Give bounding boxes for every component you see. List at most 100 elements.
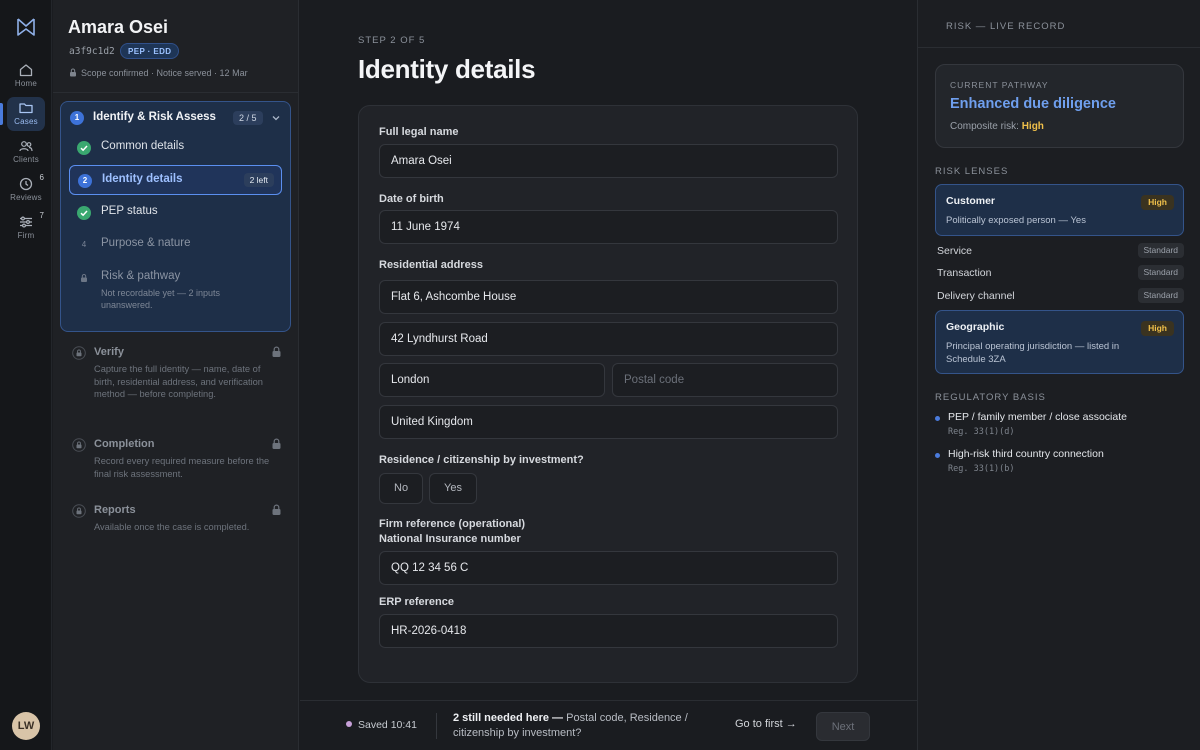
group-progress: 2 / 5 bbox=[233, 111, 263, 125]
reg-text: High-risk third country connection bbox=[948, 448, 1104, 460]
step-common-details[interactable]: Common details bbox=[69, 133, 282, 163]
step-number: 2 bbox=[78, 174, 92, 188]
lens-delivery-channel[interactable]: Delivery channel Standard bbox=[937, 288, 1184, 306]
divider bbox=[53, 92, 299, 93]
lens-customer[interactable]: Customer High Politically exposed person… bbox=[935, 184, 1184, 236]
avatar[interactable]: LW bbox=[12, 712, 40, 740]
next-button[interactable]: Next bbox=[816, 712, 870, 741]
lens-description: Politically exposed person — Yes bbox=[946, 215, 1086, 226]
step-pep-status[interactable]: PEP status bbox=[69, 198, 282, 228]
composite-label: Composite risk: bbox=[950, 121, 1019, 132]
composite-risk: Composite risk: High bbox=[950, 121, 1044, 132]
saved-text: Saved 10:41 bbox=[358, 719, 417, 731]
divider bbox=[918, 47, 1200, 48]
postal-code-input[interactable]: Postal code bbox=[612, 363, 838, 397]
rail-label: Firm bbox=[17, 231, 35, 240]
step-label: Risk & pathway bbox=[101, 270, 181, 282]
section-description: Record every required measure before the… bbox=[94, 456, 270, 479]
lock-icon bbox=[70, 68, 76, 77]
risk-badge: High bbox=[1141, 321, 1174, 336]
scope-text: Scope confirmed · Notice served · 12 Mar bbox=[81, 68, 248, 78]
rail-reviews[interactable]: Reviews 6 bbox=[7, 173, 45, 207]
rail-cases[interactable]: Cases bbox=[0, 97, 45, 131]
lock-icon bbox=[77, 271, 91, 285]
pathway-value: Enhanced due diligence bbox=[950, 96, 1116, 112]
reg-code: Reg. 33(1)(d) bbox=[948, 427, 1015, 437]
rail-clients[interactable]: Clients bbox=[7, 135, 45, 169]
scope-status: Scope confirmed · Notice served · 12 Mar bbox=[69, 68, 248, 78]
ni-label: National Insurance number bbox=[379, 533, 521, 545]
divider bbox=[436, 713, 437, 739]
lens-service[interactable]: Service Standard bbox=[937, 243, 1184, 261]
step-label: Common details bbox=[101, 140, 185, 152]
nav-rail: Home Cases Clients Reviews 6 Firm 7 LW bbox=[0, 0, 52, 750]
sliders-icon bbox=[20, 216, 32, 228]
rcbi-label: Residence / citizenship by investment? bbox=[379, 454, 584, 466]
pathway-card: CURRENT PATHWAY Enhanced due diligence C… bbox=[935, 64, 1184, 148]
check-icon bbox=[77, 141, 91, 155]
case-name: Amara Osei bbox=[68, 17, 169, 37]
dob-input[interactable]: 11 June 1974 bbox=[379, 210, 838, 244]
risk-badge: Standard bbox=[1137, 288, 1184, 303]
risk-badge: Standard bbox=[1137, 243, 1184, 258]
erp-label: ERP reference bbox=[379, 596, 455, 608]
page-title: Identity details bbox=[358, 54, 536, 84]
lens-geographic[interactable]: Geographic High Principal operating juri… bbox=[935, 310, 1184, 374]
save-status: Saved 10:41 bbox=[346, 719, 417, 731]
pathway-kicker: CURRENT PATHWAY bbox=[950, 80, 1049, 90]
full-name-label: Full legal name bbox=[379, 126, 459, 138]
pep-badge: PEP · EDD bbox=[120, 43, 180, 59]
reg-item: PEP / family member / close associate Re… bbox=[935, 411, 1184, 441]
step-counter: STEP 2 OF 5 bbox=[358, 35, 426, 46]
missing-count: 2 still needed here — bbox=[453, 712, 564, 724]
identity-form: Full legal name Amara Osei Date of birth… bbox=[358, 105, 858, 683]
erp-input[interactable]: HR-2026-0418 bbox=[379, 614, 838, 648]
section-title: Reports bbox=[94, 504, 136, 516]
clock-icon bbox=[19, 177, 33, 191]
folder-icon bbox=[19, 103, 33, 114]
group-number: 1 bbox=[70, 111, 84, 125]
home-icon bbox=[19, 64, 33, 77]
full-name-input[interactable]: Amara Osei bbox=[379, 144, 838, 178]
ni-input[interactable]: QQ 12 34 56 C bbox=[379, 551, 838, 585]
case-id: a3f9c1d2 bbox=[69, 46, 115, 57]
lock-icon bbox=[272, 504, 281, 515]
step-purpose-nature[interactable]: 4 Purpose & nature bbox=[69, 230, 282, 260]
lock-icon bbox=[272, 438, 281, 449]
step-identity-details[interactable]: 2 Identity details 2 left bbox=[69, 165, 282, 195]
lens-name: Service bbox=[937, 245, 973, 257]
missing-fields-note: 2 still needed here — Postal code, Resid… bbox=[453, 711, 713, 741]
reg-code: Reg. 33(1)(b) bbox=[948, 464, 1015, 474]
status-dot bbox=[346, 721, 352, 727]
remaining-badge: 2 left bbox=[243, 173, 274, 187]
city-input[interactable]: London bbox=[379, 363, 605, 397]
rcbi-yes-button[interactable]: Yes bbox=[429, 473, 477, 504]
form-footer: Saved 10:41 2 still needed here — Postal… bbox=[300, 700, 917, 750]
main-content: STEP 2 OF 5 Identity details Full legal … bbox=[300, 0, 917, 750]
country-input[interactable]: United Kingdom bbox=[379, 405, 838, 439]
users-icon bbox=[19, 141, 33, 152]
rail-label: Home bbox=[14, 79, 38, 88]
address-line1-input[interactable]: Flat 6, Ashcombe House bbox=[379, 280, 838, 314]
address-line2-input[interactable]: 42 Lyndhurst Road bbox=[379, 322, 838, 356]
app-logo-icon bbox=[17, 18, 35, 36]
section-completion: Completion Record every required measure… bbox=[70, 438, 282, 483]
address-label: Residential address bbox=[379, 259, 483, 271]
rail-count: 7 bbox=[39, 211, 44, 220]
rail-label: Clients bbox=[13, 155, 39, 164]
check-icon bbox=[77, 206, 91, 220]
chevron-down-icon[interactable] bbox=[271, 113, 281, 123]
step-risk-pathway: Risk & pathway Not recordable yet — 2 in… bbox=[69, 263, 282, 313]
lock-circle-icon bbox=[72, 504, 86, 518]
case-sidebar: Amara Osei a3f9c1d2 PEP · EDD Scope conf… bbox=[53, 0, 299, 750]
step-note: Not recordable yet — 2 inputs unanswered… bbox=[101, 288, 221, 310]
section-title: Verify bbox=[94, 346, 124, 358]
rail-count: 6 bbox=[39, 173, 44, 182]
go-to-first-button[interactable]: Go to first → bbox=[735, 718, 797, 730]
rail-firm[interactable]: Firm 7 bbox=[7, 211, 45, 245]
step-label: PEP status bbox=[101, 205, 158, 217]
lens-transaction[interactable]: Transaction Standard bbox=[937, 265, 1184, 283]
rail-home[interactable]: Home bbox=[7, 59, 45, 93]
step-label: Identity details bbox=[102, 173, 183, 185]
rcbi-no-button[interactable]: No bbox=[379, 473, 424, 504]
